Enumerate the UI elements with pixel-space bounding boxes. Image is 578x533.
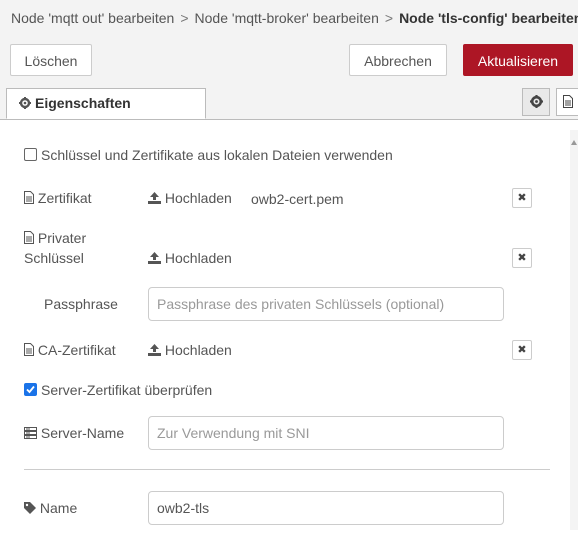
scrollbar[interactable] [570, 130, 578, 530]
file-icon [562, 93, 573, 110]
certificate-filename: owb2-cert.pem [251, 191, 344, 207]
local-files-label: Schlüssel und Zertifikate aus lokalen Da… [41, 147, 393, 163]
private-key-clear-button[interactable]: ✖ [512, 248, 532, 268]
times-icon: ✖ [517, 192, 527, 204]
form-divider [24, 469, 550, 470]
private-key-label-line2: Schlüssel [24, 250, 84, 266]
upload-icon [148, 190, 161, 206]
cancel-button[interactable]: Abbrechen [349, 44, 447, 76]
tab-properties[interactable]: Eigenschaften [6, 88, 206, 119]
private-key-label-line1: Privater [37, 230, 87, 246]
tab-properties-label: Eigenschaften [35, 95, 131, 111]
breadcrumb-separator: > [384, 10, 394, 26]
properties-form [0, 120, 578, 533]
server-name-label-text: Server-Name [40, 425, 125, 441]
ca-certificate-label: CA-Zertifikat [24, 341, 116, 359]
breadcrumb: Node 'mqtt out' bearbeiten > Node 'mqtt-br… [0, 0, 578, 38]
name-input[interactable] [148, 491, 504, 525]
delete-button[interactable]: Löschen [10, 44, 92, 76]
passphrase-label: Passphrase [44, 296, 118, 312]
server-name-input[interactable] [148, 416, 504, 450]
certificate-label-text: Zertifikat [37, 190, 92, 206]
breadcrumb-separator: > [180, 10, 189, 26]
gear-icon [529, 93, 543, 110]
certificate-upload-button[interactable]: Hochladen [148, 189, 232, 207]
private-key-label: Privater Schlüssel [24, 229, 86, 267]
tab-bar: Eigenschaften [0, 84, 578, 120]
server-icon [24, 425, 37, 441]
upload-icon [148, 342, 161, 358]
local-files-checkbox[interactable] [24, 148, 37, 161]
file-icon [24, 190, 34, 206]
description-tab-button[interactable] [556, 88, 578, 116]
verify-server-label: Server-Zertifikat überprüfen [41, 382, 213, 398]
passphrase-input[interactable] [148, 287, 504, 321]
settings-tab-button[interactable] [522, 88, 550, 116]
upload-icon [148, 250, 161, 266]
breadcrumb-current: Node 'tls-config' bearbeiten [399, 10, 578, 26]
file-icon [24, 342, 34, 358]
file-icon [24, 230, 34, 246]
breadcrumb-item-mqtt-broker[interactable]: Node 'mqtt-broker' bearbeiten [195, 10, 379, 26]
ca-certificate-upload-label: Hochladen [164, 342, 232, 358]
private-key-upload-label: Hochladen [164, 250, 232, 266]
update-button[interactable]: Aktualisieren [463, 44, 573, 76]
times-icon: ✖ [517, 344, 527, 356]
verify-server-checkbox[interactable] [24, 383, 37, 396]
name-label-text: Name [39, 500, 78, 516]
certificate-upload-label: Hochladen [164, 190, 232, 206]
name-label: Name [24, 499, 77, 517]
private-key-upload-button[interactable]: Hochladen [148, 249, 232, 267]
dialog-toolbar: Löschen Abbrechen Aktualisieren [0, 37, 578, 84]
certificate-clear-button[interactable]: ✖ [512, 188, 532, 208]
times-icon: ✖ [517, 252, 527, 264]
tag-icon [24, 500, 36, 516]
ca-certificate-label-text: CA-Zertifikat [37, 342, 116, 358]
ca-certificate-upload-button[interactable]: Hochladen [148, 341, 232, 359]
ca-certificate-clear-button[interactable]: ✖ [512, 340, 532, 360]
gear-icon [19, 90, 31, 118]
server-name-label: Server-Name [24, 424, 124, 442]
certificate-label: Zertifikat [24, 189, 92, 207]
breadcrumb-item-mqtt-out[interactable]: Node 'mqtt out' bearbeiten [11, 10, 174, 26]
